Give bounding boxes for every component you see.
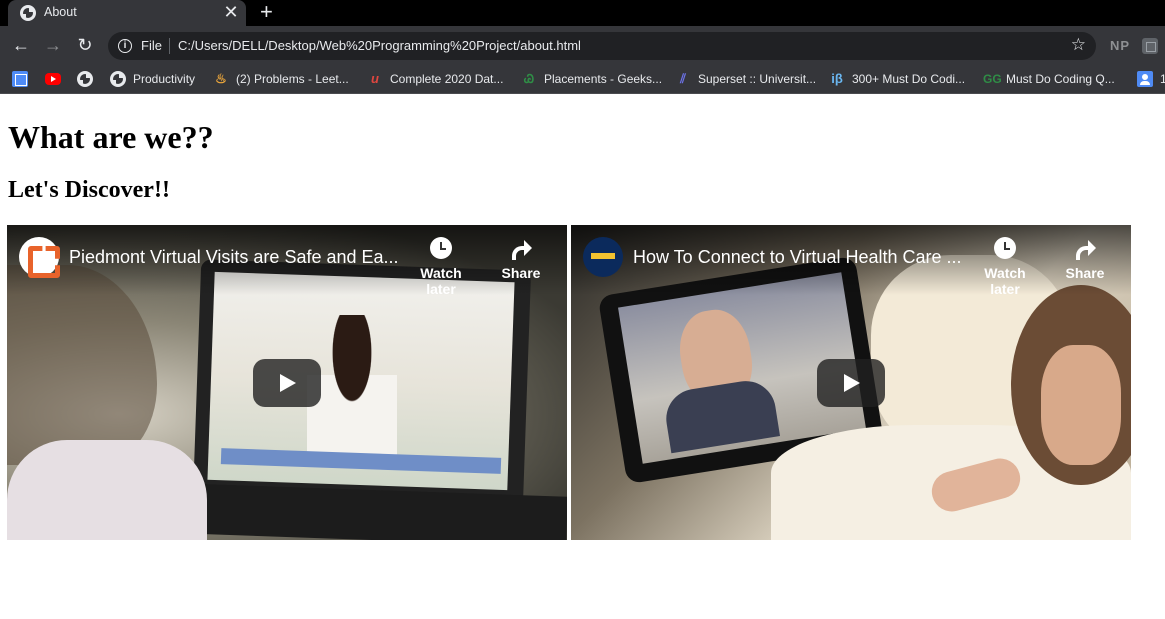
share-button[interactable]: Share bbox=[501, 237, 541, 281]
person-icon bbox=[1137, 71, 1153, 87]
bookmark-label: 1 bbox=[1160, 72, 1165, 86]
watch-later-button[interactable]: Watch later bbox=[405, 237, 477, 297]
share-icon bbox=[510, 237, 532, 260]
channel-avatar[interactable] bbox=[583, 237, 623, 277]
geeksforgeeks-icon: Ꮚ bbox=[523, 72, 535, 86]
back-button[interactable]: ← bbox=[10, 34, 32, 56]
bookmark-must-do-coding[interactable]: GG Must Do Coding Q... bbox=[983, 71, 1123, 87]
tab-title: About bbox=[44, 5, 77, 19]
bookmark-label: Complete 2020 Dat... bbox=[390, 72, 504, 86]
address-bar[interactable]: i File C:/Users/DELL/Desktop/Web%20Progr… bbox=[108, 32, 1096, 60]
tab-about[interactable]: About ✕ bbox=[8, 0, 246, 26]
browser-toolbar: ← → ↻ i File C:/Users/DELL/Desktop/Web%2… bbox=[0, 26, 1165, 64]
bookmark-youtube[interactable] bbox=[45, 71, 61, 87]
leetcode-icon: ♨ bbox=[215, 71, 227, 86]
bookmark-label: Productivity bbox=[133, 72, 196, 86]
page-subtitle: Let's Discover!! bbox=[8, 177, 170, 203]
superset-icon: ⫽ bbox=[680, 71, 686, 86]
divider bbox=[169, 38, 170, 54]
page-title: What are we?? bbox=[8, 119, 214, 155]
close-tab-button[interactable]: ✕ bbox=[222, 2, 240, 23]
tab-strip: About ✕ + bbox=[0, 0, 1165, 26]
bookmark-label: Placements - Geeks... bbox=[544, 72, 663, 86]
bookmark-udemy[interactable]: u Complete 2020 Dat... bbox=[367, 71, 507, 87]
reload-button[interactable]: ↻ bbox=[74, 34, 96, 56]
watch-later-label: Watch later bbox=[420, 265, 462, 297]
thumbnail-shoulder bbox=[7, 440, 207, 540]
share-label: Share bbox=[501, 265, 541, 281]
bookmark-label: (2) Problems - Leet... bbox=[236, 72, 349, 86]
bookmark-productivity[interactable]: Productivity bbox=[110, 71, 205, 87]
globe-icon bbox=[77, 71, 93, 87]
share-icon bbox=[1074, 237, 1096, 260]
new-tab-button[interactable]: + bbox=[260, 0, 273, 25]
bookmark-person[interactable]: 1 bbox=[1137, 71, 1165, 87]
udemy-icon: u bbox=[371, 71, 379, 86]
bookmark-label: 300+ Must Do Codi... bbox=[852, 72, 966, 86]
forward-button[interactable]: → bbox=[42, 34, 64, 56]
share-button[interactable]: Share bbox=[1065, 237, 1105, 281]
info-icon[interactable]: i bbox=[118, 39, 132, 53]
thumbnail-viewer-face bbox=[1041, 345, 1121, 465]
youtube-icon bbox=[45, 73, 61, 85]
globe-icon bbox=[110, 71, 126, 87]
page-content: What are we?? Let's Discover!! Piedmont … bbox=[0, 95, 1165, 619]
url-text[interactable]: C:/Users/DELL/Desktop/Web%20Programming%… bbox=[178, 38, 581, 53]
bookmark-superset[interactable]: ⫽ Superset :: Universit... bbox=[675, 71, 817, 87]
interviewbit-icon: iβ bbox=[831, 71, 843, 86]
url-scheme-label: File bbox=[141, 38, 162, 53]
watch-later-label: Watch later bbox=[984, 265, 1026, 297]
play-button[interactable] bbox=[817, 359, 885, 407]
play-button[interactable] bbox=[253, 359, 321, 407]
video-title[interactable]: How To Connect to Virtual Health Care ..… bbox=[633, 247, 963, 268]
channel-avatar[interactable] bbox=[19, 237, 59, 277]
bookmark-star-icon[interactable]: ☆ bbox=[1071, 35, 1086, 55]
video-title[interactable]: Piedmont Virtual Visits are Safe and Ea.… bbox=[69, 247, 399, 268]
geeksforgeeks-icon: GG bbox=[983, 72, 1002, 86]
apps-icon bbox=[12, 71, 28, 87]
bookmark-label: Superset :: Universit... bbox=[698, 72, 817, 86]
bookmark-globe[interactable] bbox=[77, 71, 93, 87]
bookmark-leetcode[interactable]: ♨ (2) Problems - Leet... bbox=[213, 71, 353, 87]
share-label: Share bbox=[1065, 265, 1105, 281]
bookmark-interviewbit[interactable]: iβ 300+ Must Do Codi... bbox=[829, 71, 969, 87]
video-player-1[interactable]: Piedmont Virtual Visits are Safe and Ea.… bbox=[7, 225, 567, 540]
clock-icon bbox=[430, 237, 452, 259]
globe-icon bbox=[20, 5, 36, 21]
watch-later-button[interactable]: Watch later bbox=[969, 237, 1041, 297]
clock-icon bbox=[994, 237, 1016, 259]
bookmark-geeksforgeeks[interactable]: Ꮚ Placements - Geeks... bbox=[521, 71, 663, 87]
bookmark-label: Must Do Coding Q... bbox=[1006, 72, 1115, 86]
bookmarks-bar: Productivity ♨ (2) Problems - Leet... u … bbox=[0, 64, 1165, 94]
extension-np-icon[interactable]: NP bbox=[1110, 38, 1130, 53]
bookmark-apps[interactable] bbox=[12, 71, 28, 87]
video-player-2[interactable]: How To Connect to Virtual Health Care ..… bbox=[571, 225, 1131, 540]
extension-icon[interactable] bbox=[1142, 38, 1158, 54]
